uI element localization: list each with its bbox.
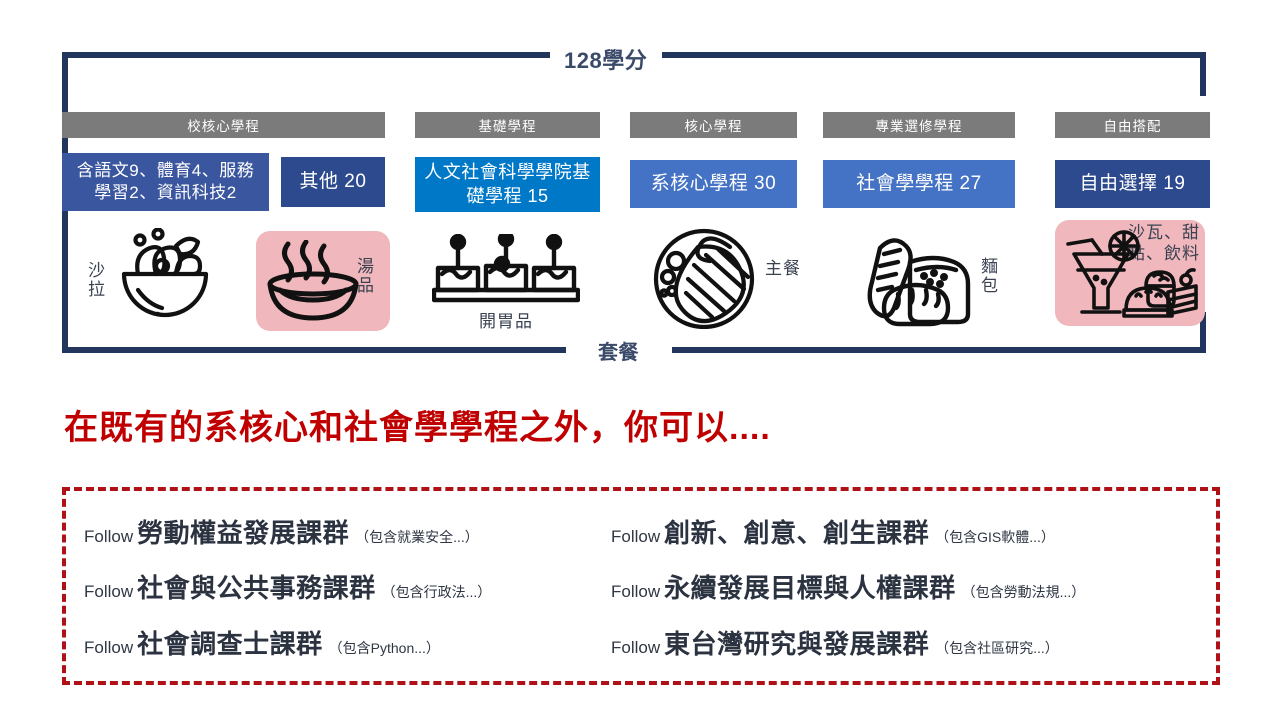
- follow-label: Follow: [84, 638, 134, 657]
- course-note: （包含GIS軟體...）: [935, 529, 1055, 545]
- bread-icon: [867, 238, 971, 327]
- course-item[interactable]: Follow 社會調查士課群 （包含Python...）: [84, 624, 440, 661]
- course-item[interactable]: Follow 勞動權益發展課群 （包含就業安全...）: [84, 513, 479, 550]
- course-note: （包含就業安全...）: [355, 529, 479, 545]
- bracket-bottom-right-segment: [672, 347, 1206, 353]
- chip-other-20[interactable]: 其他 20: [281, 157, 385, 207]
- chip-general-requirements[interactable]: 含語文9、體育4、服務學習2、資訊科技2: [62, 153, 269, 211]
- category-header-school-core: 校核心學程: [62, 112, 385, 138]
- main-dish-icon: [653, 228, 755, 329]
- food-label-salad: 沙拉: [88, 261, 106, 299]
- course-name: 東台灣研究與發展課群: [664, 629, 930, 659]
- follow-label: Follow: [84, 582, 134, 601]
- category-header-foundation: 基礎學程: [415, 112, 600, 138]
- chip-sociology-program-27[interactable]: 社會學學程 27: [823, 160, 1015, 208]
- course-name: 社會與公共事務課群: [137, 573, 376, 603]
- dessert-drink-icon: [1066, 230, 1198, 318]
- course-note: （包含Python...）: [328, 640, 440, 656]
- course-name: 永續發展目標與人權課群: [664, 573, 956, 603]
- course-name: 創新、創意、創生課群: [664, 518, 930, 548]
- soup-bowl-icon: [267, 240, 359, 321]
- course-name: 勞動權益發展課群: [137, 518, 350, 548]
- bracket-top-right-segment: [662, 52, 1206, 58]
- course-note: （包含社區研究...）: [935, 640, 1059, 656]
- course-item[interactable]: Follow 社會與公共事務課群 （包含行政法...）: [84, 568, 491, 605]
- course-note: （包含勞動法規...）: [961, 584, 1086, 600]
- course-groups-panel: Follow 勞動權益發展課群 （包含就業安全...） Follow 社會與公共…: [62, 487, 1220, 685]
- food-label-soup: 湯品: [357, 257, 375, 295]
- follow-label: Follow: [611, 582, 661, 601]
- bracket-top-left-segment: [62, 52, 550, 58]
- category-header-free-choice: 自由搭配: [1055, 112, 1210, 138]
- follow-label: Follow: [611, 527, 661, 546]
- follow-label: Follow: [611, 638, 661, 657]
- follow-label: Follow: [84, 527, 134, 546]
- course-item[interactable]: Follow 東台灣研究與發展課群 （包含社區研究...）: [611, 624, 1059, 661]
- chip-free-elective-19[interactable]: 自由選擇 19: [1055, 160, 1210, 208]
- food-label-bread: 麵包: [981, 257, 999, 295]
- category-header-core: 核心學程: [630, 112, 797, 138]
- course-note: （包含行政法...）: [381, 584, 492, 600]
- set-meal-label: 套餐: [590, 336, 647, 365]
- course-name: 社會調查士課群: [137, 629, 323, 659]
- category-header-professional-elective: 專業選修學程: [823, 112, 1015, 138]
- course-item[interactable]: Follow 永續發展目標與人權課群 （包含勞動法規...）: [611, 568, 1085, 605]
- bracket-bottom-left-segment: [62, 347, 566, 353]
- course-item[interactable]: Follow 創新、創意、創生課群 （包含GIS軟體...）: [611, 513, 1055, 550]
- chip-department-core-30[interactable]: 系核心學程 30: [630, 160, 797, 208]
- slide-canvas: 128學分 套餐 校核心學程 含語文9、體育4、服務學習2、資訊科技2 其他 2…: [0, 0, 1280, 720]
- food-label-appetizer: 開胃品: [479, 312, 533, 331]
- bracket-right-edge-top: [1200, 52, 1206, 96]
- total-credits-label: 128學分: [556, 43, 656, 75]
- chip-college-foundation-15[interactable]: 人文社會科學學院基礎學程 15: [415, 157, 600, 212]
- appetizer-icon: [432, 234, 580, 303]
- salad-bowl-icon: [121, 228, 209, 318]
- page-headline: 在既有的系核心和社會學學程之外，你可以....: [64, 409, 771, 447]
- food-label-main-dish: 主餐: [765, 259, 801, 278]
